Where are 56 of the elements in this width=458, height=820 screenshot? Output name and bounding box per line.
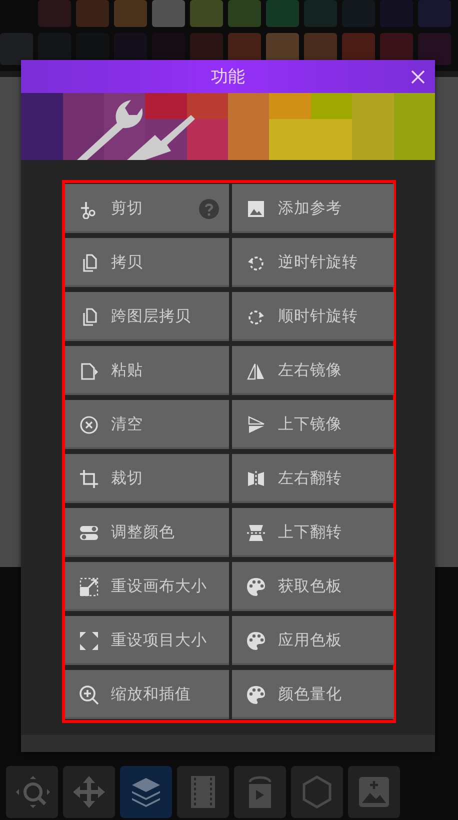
mirror-icon xyxy=(246,414,266,434)
function-button[interactable]: 重设项目大小 xyxy=(65,616,229,665)
function-button[interactable]: 上下镜像 xyxy=(232,400,394,449)
function-button[interactable]: 跨图层拷贝 xyxy=(65,292,229,341)
resize-icon xyxy=(79,576,99,596)
crop-icon xyxy=(79,468,99,488)
function-button[interactable]: 拷贝 xyxy=(65,238,229,287)
function-button[interactable]: 缩放和插值 xyxy=(65,670,229,719)
close-icon[interactable] xyxy=(411,70,425,84)
color-swatch[interactable] xyxy=(418,0,451,27)
move-icon xyxy=(71,774,107,810)
color-swatch[interactable] xyxy=(152,0,185,27)
function-button[interactable]: 清空 xyxy=(65,400,229,449)
tool-button[interactable] xyxy=(6,766,58,818)
clear-icon xyxy=(79,414,99,434)
color-swatch[interactable] xyxy=(76,0,109,27)
function-button[interactable]: 重设画布大小 xyxy=(65,562,229,611)
function-button[interactable]: 颜色量化 xyxy=(232,670,394,719)
tool-button[interactable] xyxy=(234,766,286,818)
function-button[interactable]: 添加参考 xyxy=(232,184,394,233)
function-button[interactable]: 上下翻转 xyxy=(232,508,394,557)
color-swatch[interactable] xyxy=(228,0,261,27)
color-swatch[interactable] xyxy=(190,0,223,27)
tool-button[interactable] xyxy=(348,766,400,818)
function-button[interactable]: 剪切 xyxy=(65,184,229,233)
palette-icon xyxy=(246,630,266,650)
paste-icon xyxy=(79,360,99,380)
tool-button[interactable] xyxy=(291,766,343,818)
function-button[interactable]: 顺时针旋转 xyxy=(232,292,394,341)
color-swatch[interactable] xyxy=(418,33,451,65)
dialog-title: 功能 xyxy=(211,66,245,88)
color-swatch[interactable] xyxy=(38,0,71,27)
help-icon[interactable] xyxy=(199,198,219,218)
add-image-icon xyxy=(356,774,392,810)
zoom-icon xyxy=(14,774,50,810)
function-button[interactable]: 应用色板 xyxy=(232,616,394,665)
function-button[interactable]: 逆时针旋转 xyxy=(232,238,394,287)
function-button[interactable]: 左右翻转 xyxy=(232,454,394,503)
palette-icon xyxy=(246,684,266,704)
color-swatch[interactable] xyxy=(266,0,299,27)
tool-button[interactable] xyxy=(120,766,172,818)
flip-icon xyxy=(246,522,266,542)
zoom-in-icon xyxy=(79,684,99,704)
function-button[interactable]: 左右镜像 xyxy=(232,346,394,395)
function-button[interactable]: 粘贴 xyxy=(65,346,229,395)
flip-icon xyxy=(246,468,266,488)
expand-icon xyxy=(79,630,99,650)
color-swatch[interactable] xyxy=(0,33,33,65)
tool-button[interactable] xyxy=(63,766,115,818)
color-swatch[interactable] xyxy=(114,0,147,27)
image-icon xyxy=(246,198,266,218)
tool-button[interactable] xyxy=(177,766,229,818)
function-button[interactable]: 裁切 xyxy=(65,454,229,503)
palette-icon xyxy=(246,576,266,596)
function-button[interactable]: 获取色板 xyxy=(232,562,394,611)
function-button[interactable]: 调整颜色 xyxy=(65,508,229,557)
